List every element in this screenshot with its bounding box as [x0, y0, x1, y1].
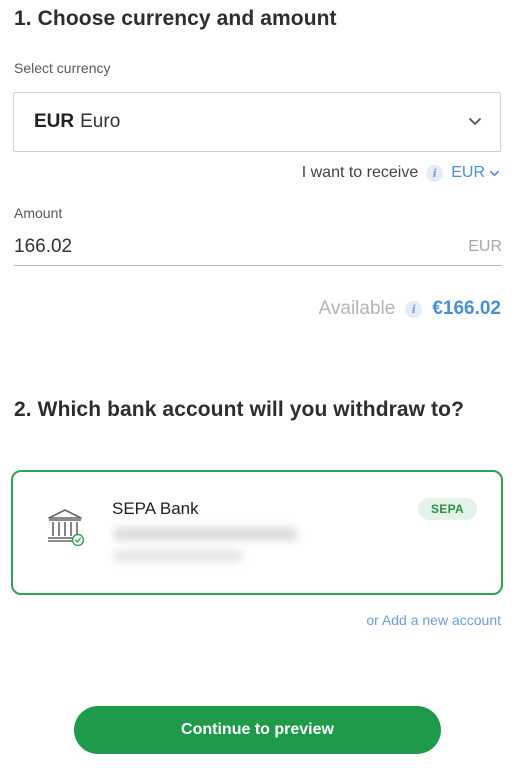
amount-currency-suffix: EUR	[468, 237, 502, 255]
redacted-account-details	[113, 550, 243, 562]
currency-name: Euro	[80, 111, 121, 132]
info-icon[interactable]: i	[426, 164, 444, 182]
currency-select[interactable]: EUR Euro	[13, 92, 501, 152]
step1-title: 1. Choose currency and amount	[14, 7, 337, 30]
add-new-account-link[interactable]: or Add a new account	[366, 612, 501, 628]
currency-code: EUR	[34, 111, 75, 132]
receive-currency-row: I want to receive i EUR	[302, 164, 500, 182]
receive-currency-code: EUR	[451, 164, 485, 181]
amount-field: EUR	[14, 228, 502, 266]
bank-account-card[interactable]: SEPA Bank SEPA	[11, 470, 503, 595]
amount-input[interactable]	[14, 235, 314, 258]
sepa-badge: SEPA	[418, 498, 477, 520]
bank-account-name: SEPA Bank	[112, 499, 199, 518]
available-label: Available	[318, 298, 396, 319]
continue-to-preview-button[interactable]: Continue to preview	[74, 706, 441, 754]
chevron-down-icon	[490, 170, 499, 176]
info-icon[interactable]: i	[405, 300, 423, 318]
currency-label: Select currency	[14, 60, 111, 76]
available-value[interactable]: €166.02	[432, 298, 501, 320]
bank-icon	[48, 509, 85, 546]
available-balance-row: Available i €166.02	[319, 298, 501, 320]
chevron-down-icon	[469, 118, 481, 125]
receive-label: I want to receive	[301, 164, 419, 181]
redacted-account-details	[113, 527, 298, 541]
check-circle-icon	[71, 533, 85, 546]
receive-currency-dropdown[interactable]: EUR	[451, 164, 500, 182]
amount-label: Amount	[14, 205, 63, 221]
step2-title: 2. Which bank account will you withdraw …	[14, 398, 464, 421]
